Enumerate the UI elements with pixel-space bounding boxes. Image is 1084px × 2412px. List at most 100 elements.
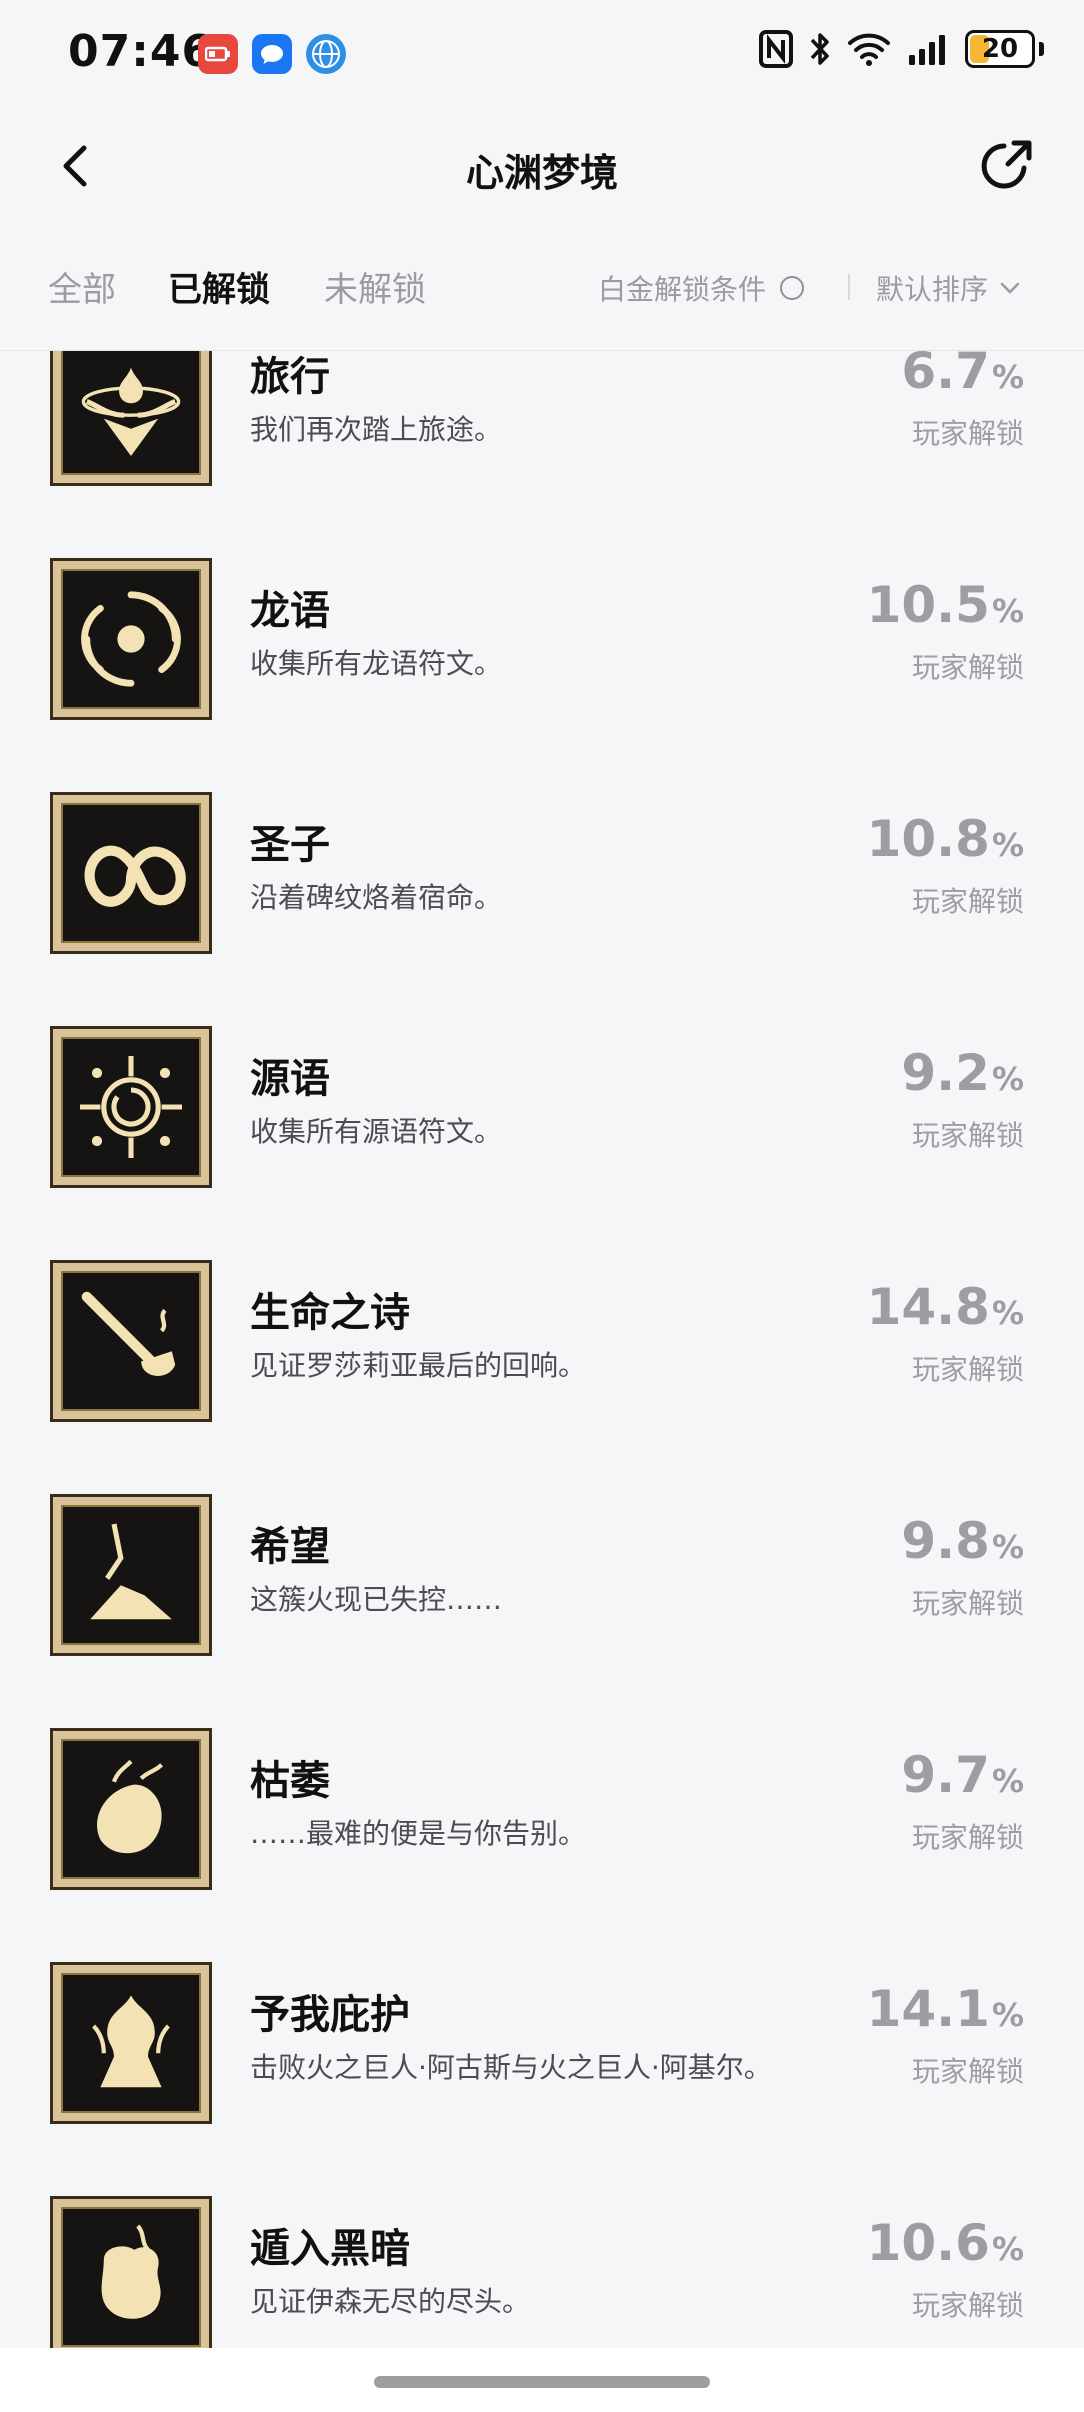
home-indicator[interactable] bbox=[374, 2376, 710, 2388]
platinum-filter[interactable]: 白金解锁条件 bbox=[598, 268, 805, 308]
tab-all[interactable]: 全部 bbox=[48, 262, 116, 311]
achievement-name: 生命之诗 bbox=[250, 1290, 410, 1336]
browser-icon bbox=[306, 34, 346, 74]
achievement-name: 希望 bbox=[250, 1524, 330, 1570]
achievement-description: 收集所有龙语符文。 bbox=[250, 647, 503, 680]
battery-icon: 20 bbox=[965, 30, 1035, 68]
pipe-icon bbox=[81, 1291, 176, 1376]
unlock-percentage: 14.8% bbox=[867, 1278, 1024, 1336]
knot-icon bbox=[84, 845, 186, 907]
percentage-value: 10.6 bbox=[866, 2214, 990, 2272]
vortex-icon bbox=[81, 591, 181, 687]
platinum-label: 白金解锁条件 bbox=[598, 273, 767, 306]
list-item[interactable]: 源语收集所有源语符文。 9.2% 玩家解锁 bbox=[0, 1026, 1084, 1260]
unlock-caption: 玩家解锁 bbox=[911, 2289, 1024, 2322]
percentage-unit: % bbox=[991, 1528, 1024, 1566]
unlock-percentage: 14.1% bbox=[867, 1980, 1024, 2038]
share-icon bbox=[981, 140, 1032, 189]
winged-flame-icon bbox=[81, 367, 181, 456]
achievement-badge bbox=[50, 350, 212, 486]
percentage-unit: % bbox=[991, 826, 1024, 864]
battery-tip bbox=[1039, 42, 1044, 56]
percentage-unit: % bbox=[991, 358, 1024, 396]
fire-giant-icon bbox=[92, 1995, 170, 2088]
tabs-row: 全部 已解锁 未解锁 白金解锁条件 默认排序 bbox=[0, 222, 1084, 351]
unlock-caption: 玩家解锁 bbox=[911, 885, 1024, 918]
unlock-caption: 玩家解锁 bbox=[911, 2055, 1024, 2088]
achievement-badge bbox=[50, 1260, 212, 1422]
achievement-description: 沿着碑纹烙着宿命。 bbox=[250, 881, 503, 914]
percentage-unit: % bbox=[991, 1294, 1024, 1332]
unlock-percentage: 10.6% bbox=[867, 2214, 1024, 2272]
status-bar: 07:46 20 bbox=[0, 0, 1084, 112]
unlock-percentage: 9.7% bbox=[901, 1746, 1024, 1804]
achievement-badge bbox=[50, 1728, 212, 1890]
achievement-description: 击败火之巨人·阿古斯与火之巨人·阿基尔。 bbox=[250, 2051, 772, 2084]
system-icons: 20 bbox=[759, 30, 1044, 68]
list-item[interactable]: 旅行 我们再次踏上旅途。 6.7% 玩家解锁 bbox=[0, 350, 1084, 558]
achievement-name: 枯萎 bbox=[250, 1758, 330, 1804]
unlock-caption: 玩家解锁 bbox=[911, 417, 1024, 450]
unlock-caption: 玩家解锁 bbox=[911, 1119, 1024, 1152]
unlock-caption: 玩家解锁 bbox=[911, 1821, 1024, 1854]
achievement-description: 我们再次踏上旅途。 bbox=[250, 413, 503, 446]
list-item[interactable]: 龙语 收集所有龙语符文。 10.5% 玩家解锁 bbox=[0, 558, 1084, 792]
percentage-value: 10.8 bbox=[866, 810, 990, 868]
percentage-value: 10.5 bbox=[866, 576, 990, 634]
unlock-percentage: 10.5% bbox=[867, 576, 1024, 634]
unlock-percentage: 9.2% bbox=[901, 1044, 1024, 1102]
fallen-cloak-icon bbox=[90, 1523, 172, 1620]
clenched-fist-icon bbox=[101, 2224, 161, 2319]
message-icon bbox=[252, 34, 292, 74]
status-time: 07:46 bbox=[68, 26, 214, 77]
list-item[interactable]: 遁入黑暗 见证伊森无尽的尽头。 10.6% 玩家解锁 bbox=[0, 2196, 1084, 2348]
sort-dropdown[interactable]: 默认排序 bbox=[876, 268, 1022, 308]
achievement-name: 源语 bbox=[250, 1056, 330, 1102]
achievement-badge bbox=[50, 1494, 212, 1656]
platinum-radio[interactable] bbox=[780, 276, 805, 300]
chevron-down-icon bbox=[1000, 282, 1020, 294]
burning-hand-icon bbox=[97, 1759, 164, 1854]
percentage-value: 9.7 bbox=[901, 1746, 990, 1804]
achievement-badge bbox=[50, 558, 212, 720]
list-item[interactable]: 枯萎 ……最难的便是与你告别。 9.7% 玩家解锁 bbox=[0, 1728, 1084, 1962]
percentage-value: 14.1 bbox=[866, 1980, 990, 2038]
bluetooth-icon bbox=[809, 30, 831, 68]
bottom-bar bbox=[0, 2348, 1084, 2412]
achievement-description: 见证罗莎莉亚最后的回响。 bbox=[250, 1349, 587, 1382]
list-item[interactable]: 圣子沿着碑纹烙着宿命。 10.8% 玩家解锁 bbox=[0, 792, 1084, 1026]
filter-divider bbox=[848, 274, 850, 300]
nfc-icon bbox=[759, 30, 793, 68]
achievement-badge bbox=[50, 1026, 212, 1188]
list-item[interactable]: 希望这簇火现已失控…… 9.8% 玩家解锁 bbox=[0, 1494, 1084, 1728]
tab-unlocked[interactable]: 已解锁 bbox=[168, 262, 270, 311]
achievement-badge bbox=[50, 2196, 212, 2348]
achievement-name: 予我庇护 bbox=[250, 1992, 410, 2038]
list-item[interactable]: 予我庇护击败火之巨人·阿古斯与火之巨人·阿基尔。 14.1% 玩家解锁 bbox=[0, 1962, 1084, 2196]
title-bar: 心渊梦境 bbox=[0, 112, 1084, 222]
battery-saver-icon bbox=[198, 34, 238, 74]
percentage-unit: % bbox=[991, 1996, 1024, 2034]
achievement-badge bbox=[50, 1962, 212, 2124]
share-button[interactable] bbox=[974, 134, 1038, 198]
sort-label: 默认排序 bbox=[876, 273, 989, 306]
percentage-value: 9.8 bbox=[901, 1512, 990, 1570]
achievement-description: ……最难的便是与你告别。 bbox=[250, 1817, 587, 1850]
unlock-percentage: 9.8% bbox=[901, 1512, 1024, 1570]
notification-icons bbox=[198, 34, 346, 74]
unlock-caption: 玩家解锁 bbox=[911, 1587, 1024, 1620]
achievement-name: 龙语 bbox=[250, 588, 330, 634]
signal-icon bbox=[907, 33, 949, 65]
battery-level: 20 bbox=[981, 34, 1019, 64]
tab-locked[interactable]: 未解锁 bbox=[324, 262, 426, 311]
list-item[interactable]: 生命之诗 见证罗莎莉亚最后的回响。 14.8% 玩家解锁 bbox=[0, 1260, 1084, 1494]
percentage-unit: % bbox=[991, 1762, 1024, 1800]
achievement-name: 圣子 bbox=[250, 822, 330, 868]
achievement-description: 收集所有源语符文。 bbox=[250, 1115, 503, 1148]
percentage-value: 6.7 bbox=[901, 350, 990, 400]
achievement-description: 这簇火现已失控…… bbox=[250, 1583, 503, 1616]
unlock-percentage: 10.8% bbox=[867, 810, 1024, 868]
rune-circle-icon bbox=[80, 1056, 182, 1158]
percentage-unit: % bbox=[991, 1060, 1024, 1098]
percentage-value: 9.2 bbox=[901, 1044, 990, 1102]
